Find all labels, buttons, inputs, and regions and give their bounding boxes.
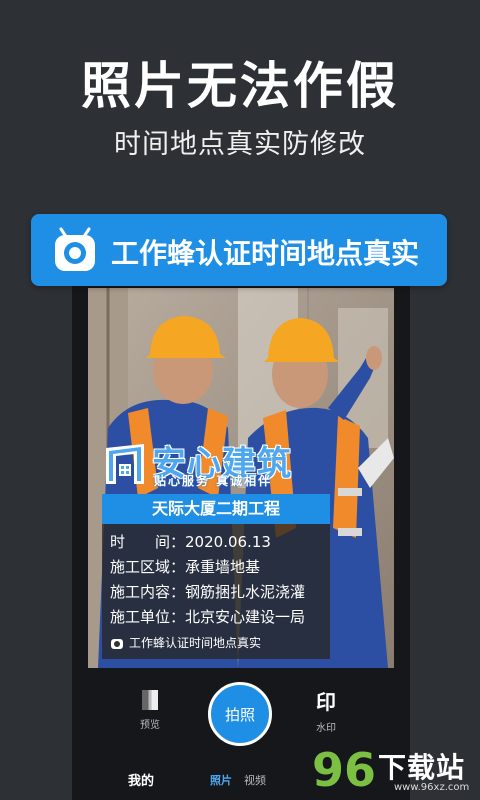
- watermark-footer: 工作蜂认证时间地点真实: [110, 634, 322, 651]
- watermark-button[interactable]: 印 水印: [308, 686, 344, 734]
- detail-label: 施工单位：: [110, 608, 186, 626]
- tab-mine[interactable]: 我的: [128, 770, 154, 789]
- camera-small-icon: [111, 638, 123, 649]
- detail-label: 施工区域：: [110, 558, 186, 576]
- feature-banner: 工作蜂认证时间地点真实: [31, 214, 447, 286]
- photo-watermark: 安心建筑 贴心服务 真诚相伴 天际大厦二期工程 时 间：2020.06.13 施…: [102, 440, 330, 659]
- watermark-label: 水印: [316, 723, 336, 734]
- detail-row-content: 施工内容：钢筋捆扎水泥浇灌: [110, 580, 322, 605]
- detail-label: 时 间：: [110, 533, 186, 551]
- brand-slogan: 贴心服务 真诚相伴: [154, 474, 273, 488]
- subheadline: 时间地点真实防修改: [114, 129, 366, 160]
- phone-mockup: 安心建筑 贴心服务 真诚相伴 天际大厦二期工程 时 间：2020.06.13 施…: [72, 262, 410, 800]
- building-logo-icon: [106, 444, 144, 484]
- shutter-button[interactable]: 拍照: [208, 682, 272, 746]
- site-logo-text: 下载站: [378, 751, 466, 784]
- detail-value: 钢筋捆扎水泥浇灌: [185, 583, 306, 601]
- footer-text: 工作蜂认证时间地点真实: [129, 636, 262, 650]
- camera-app-icon: [55, 227, 95, 271]
- project-name: 天际大厦二期工程: [102, 494, 330, 524]
- tab-video[interactable]: 视频: [244, 772, 266, 788]
- watermark-details: 时 间：2020.06.13 施工区域：承重墙地基 施工内容：钢筋捆扎水泥浇灌 …: [102, 524, 330, 659]
- detail-row-area: 施工区域：承重墙地基: [110, 555, 322, 580]
- detail-value: 承重墙地基: [185, 558, 261, 576]
- camera-viewfinder: 安心建筑 贴心服务 真诚相伴 天际大厦二期工程 时 间：2020.06.13 施…: [88, 288, 394, 668]
- site-watermark-logo: 96 下载站 www.96xz.com: [310, 738, 480, 800]
- stamp-icon: 印: [316, 690, 336, 714]
- detail-row-unit: 施工单位：北京安心建设一局: [110, 605, 322, 630]
- headline: 照片无法作假: [81, 57, 399, 115]
- site-logo-url: www.96xz.com: [394, 782, 470, 793]
- site-logo-number: 96: [312, 743, 376, 797]
- detail-value: 北京安心建设一局: [185, 608, 306, 626]
- preview-button[interactable]: 预览: [132, 690, 168, 731]
- detail-value: 2020.06.13: [185, 533, 271, 551]
- preview-label: 预览: [140, 720, 160, 731]
- watermark-brand: 安心建筑 贴心服务 真诚相伴: [102, 440, 330, 488]
- site-logo-icon: 96: [312, 743, 376, 797]
- preview-thumbnail-icon: [142, 690, 158, 710]
- tab-photo[interactable]: 照片: [210, 772, 232, 788]
- detail-label: 施工内容：: [110, 583, 186, 601]
- detail-row-time: 时 间：2020.06.13: [110, 530, 322, 555]
- banner-text: 工作蜂认证时间地点真实: [111, 237, 420, 270]
